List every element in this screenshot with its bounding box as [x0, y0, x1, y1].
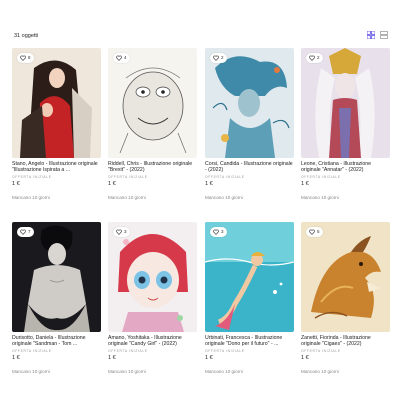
favorite-button[interactable]: 2 — [210, 53, 227, 63]
bid-status: OFFERTA INIZIALE — [12, 349, 52, 353]
heart-icon — [309, 229, 315, 235]
heart-icon — [116, 55, 122, 61]
lot-image[interactable]: 7 — [12, 222, 101, 332]
favorite-button[interactable]: 2 — [306, 53, 323, 63]
heart-icon — [309, 55, 315, 61]
favorite-button[interactable]: 8 — [17, 53, 34, 63]
time-remaining: Mancano 10 giorni — [12, 369, 50, 374]
favorite-count: 7 — [28, 228, 31, 234]
time-remaining: Mancano 10 giorni — [12, 195, 50, 200]
lot-card[interactable]: 3 Urbinati, Francesca - Illustrazione or… — [205, 222, 294, 392]
lot-title[interactable]: Durisotto, Daniela - Illustrazione origi… — [12, 335, 101, 348]
lot-image[interactable]: 8 — [12, 48, 101, 158]
favorite-count: 4 — [124, 54, 127, 60]
lot-card[interactable]: 2 Corsi, Candida - Illustrazione origina… — [205, 48, 294, 218]
lot-image[interactable]: 2 — [205, 48, 294, 158]
lot-card[interactable]: 4 Riddell, Chris - Illustrazione origina… — [108, 48, 197, 218]
favorite-button[interactable]: 4 — [113, 53, 130, 63]
lot-title[interactable]: Riddell, Chris - Illustrazione originale… — [108, 161, 197, 174]
lot-image[interactable]: 4 — [108, 48, 197, 158]
lot-image[interactable]: 3 — [108, 222, 197, 332]
current-price: 1 € — [108, 355, 116, 361]
lot-image[interactable]: 5 — [301, 222, 390, 332]
favorite-button[interactable]: 7 — [17, 227, 34, 237]
lot-card[interactable]: 8 Stano, Angelo - Illustrazione original… — [12, 48, 101, 218]
heart-icon — [213, 55, 219, 61]
bid-status: OFFERTA INIZIALE — [301, 175, 341, 179]
time-remaining: Mancano 10 giorni — [205, 369, 243, 374]
bid-status: OFFERTA INIZIALE — [205, 175, 245, 179]
lot-title[interactable]: Corsi, Candida - Illustrazione originale… — [205, 161, 294, 174]
lot-title[interactable]: Leone, Cristiana - Illustrazione origina… — [301, 161, 390, 174]
lot-image[interactable]: 2 — [301, 48, 390, 158]
lot-title[interactable]: Amano, Yoshitaka - Illustrazione origina… — [108, 335, 197, 348]
lot-card[interactable]: 5 Zanetti, Fiorinda - Illustrazione orig… — [301, 222, 390, 392]
favorite-count: 8 — [28, 54, 31, 60]
lot-title[interactable]: Urbinati, Francesca - Illustrazione orig… — [205, 335, 294, 348]
favorite-button[interactable]: 3 — [210, 227, 227, 237]
bid-status: OFFERTA INIZIALE — [108, 349, 148, 353]
time-remaining: Mancano 10 giorni — [108, 369, 146, 374]
bid-status: OFFERTA INIZIALE — [108, 175, 148, 179]
heart-icon — [20, 229, 26, 235]
lot-image[interactable]: 3 — [205, 222, 294, 332]
heart-icon — [20, 55, 26, 61]
current-price: 1 € — [12, 181, 20, 187]
favorite-count: 2 — [317, 54, 320, 60]
grid-view-icon[interactable] — [367, 31, 375, 39]
time-remaining: Mancano 10 giorni — [205, 195, 243, 200]
lot-card[interactable]: 7 Durisotto, Daniela - Illustrazione ori… — [12, 222, 101, 392]
current-price: 1 € — [301, 355, 309, 361]
bid-status: OFFERTA INIZIALE — [12, 175, 52, 179]
favorite-count: 5 — [317, 228, 320, 234]
current-price: 1 € — [301, 181, 309, 187]
time-remaining: Mancano 10 giorni — [301, 195, 339, 200]
time-remaining: Mancano 10 giorni — [108, 195, 146, 200]
lot-title[interactable]: Stano, Angelo - Illustrazione originale … — [12, 161, 101, 174]
heart-icon — [213, 229, 219, 235]
time-remaining: Mancano 10 giorni — [301, 369, 339, 374]
heart-icon — [116, 229, 122, 235]
current-price: 1 € — [12, 355, 20, 361]
bid-status: OFFERTA INIZIALE — [205, 349, 245, 353]
list-view-icon[interactable] — [380, 31, 388, 39]
current-price: 1 € — [205, 355, 213, 361]
favorite-count: 3 — [221, 228, 224, 234]
lot-title[interactable]: Zanetti, Fiorinda - Illustrazione origin… — [301, 335, 390, 348]
bid-status: OFFERTA INIZIALE — [301, 349, 341, 353]
results-header: 31 oggetti — [0, 0, 400, 44]
results-count: 31 oggetti — [14, 33, 39, 39]
current-price: 1 € — [108, 181, 116, 187]
lot-card[interactable]: 3 Amano, Yoshitaka - Illustrazione origi… — [108, 222, 197, 392]
favorite-count: 3 — [124, 228, 127, 234]
favorite-button[interactable]: 5 — [306, 227, 323, 237]
favorite-count: 2 — [221, 54, 224, 60]
lot-card[interactable]: 2 Leone, Cristiana - Illustrazione origi… — [301, 48, 390, 218]
current-price: 1 € — [205, 181, 213, 187]
view-toggle — [367, 31, 388, 39]
favorite-button[interactable]: 3 — [113, 227, 130, 237]
